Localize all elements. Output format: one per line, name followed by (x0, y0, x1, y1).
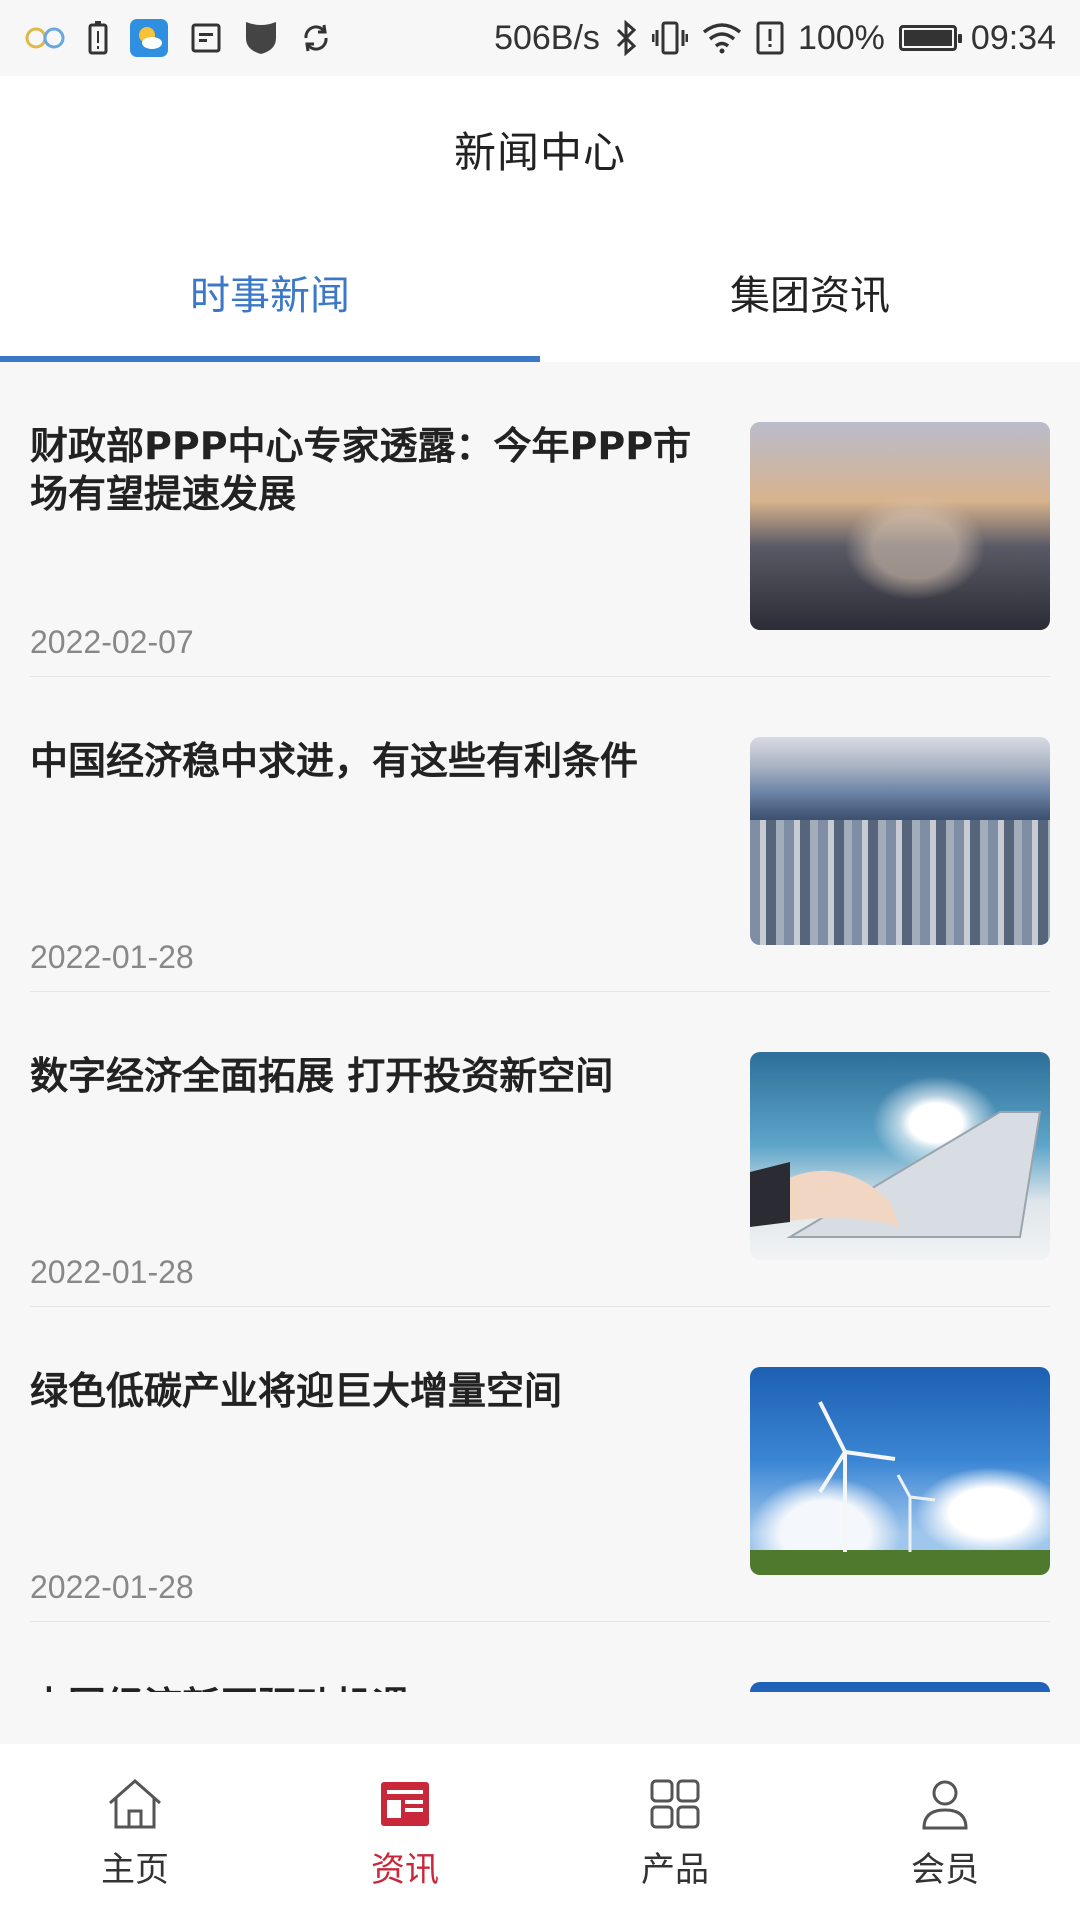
vibrate-icon (651, 20, 688, 56)
tab-group-news[interactable]: 集团资讯 (540, 222, 1080, 362)
infinity-icon (24, 23, 66, 53)
battery-icon (898, 25, 962, 51)
nav-home-label: 主页 (101, 1850, 169, 1890)
news-item[interactable]: 财政部PPP中心专家透露：今年PPP市场有望提速发展 2022-02-07 (0, 362, 1080, 677)
app-header: 新闻中心 (0, 76, 1080, 222)
shield-icon (244, 20, 278, 56)
nav-member[interactable]: 会员 (810, 1744, 1080, 1920)
nav-member-label: 会员 (911, 1850, 979, 1890)
news-item[interactable]: 中国经济新区驱动机遇 (0, 1622, 1080, 1692)
nav-products[interactable]: 产品 (540, 1744, 810, 1920)
digital-laptop-image (750, 1052, 1050, 1260)
news-date: 2022-01-28 (30, 939, 194, 975)
news-item[interactable]: 绿色低碳产业将迎巨大增量空间 2022-01-28 (0, 1307, 1080, 1622)
news-icon (375, 1774, 435, 1834)
news-title: 数字经济全面拓展 打开投资新空间 (30, 1054, 614, 1098)
image-icon (190, 22, 222, 54)
news-title: 绿色低碳产业将迎巨大增量空间 (30, 1369, 563, 1413)
city-skyline-image (750, 737, 1050, 945)
clock: 09:34 (970, 18, 1056, 57)
news-item[interactable]: 中国经济稳中求进，有这些有利条件 2022-01-28 (0, 677, 1080, 992)
battery-percent: 100% (797, 18, 885, 57)
nav-news[interactable]: 资讯 (270, 1744, 540, 1920)
handshake-city-image (750, 422, 1050, 630)
alert-icon (756, 21, 784, 55)
tab-bar: 时事新闻 集团资讯 (0, 222, 1080, 362)
news-title: 中国经济稳中求进，有这些有利条件 (30, 739, 639, 783)
news-list[interactable]: 财政部PPP中心专家透露：今年PPP市场有望提速发展 2022-02-07 中国… (0, 362, 1080, 1692)
news-date: 2022-01-28 (30, 1254, 194, 1290)
news-date: 2022-01-28 (30, 1569, 194, 1605)
user-icon (915, 1774, 975, 1834)
grid-icon (645, 1774, 705, 1834)
news-date: 2022-02-07 (30, 624, 194, 660)
status-left-icons (24, 19, 332, 57)
nav-news-label: 资讯 (371, 1850, 439, 1890)
home-icon (105, 1774, 165, 1834)
bottom-navigation: 主页 资讯 产品 会员 (0, 1744, 1080, 1920)
weather-app-icon (130, 19, 168, 57)
news-title: 财政部PPP中心专家透露：今年PPP市场有望提速发展 (30, 424, 692, 516)
status-right-group: 506B/s 100% 09:34 (494, 19, 1056, 58)
net-speed: 506B/s (494, 18, 600, 57)
nav-home[interactable]: 主页 (0, 1744, 270, 1920)
news-item[interactable]: 数字经济全面拓展 打开投资新空间 2022-01-28 (0, 992, 1080, 1307)
tab-current-news[interactable]: 时事新闻 (0, 222, 540, 362)
blue-tech-image (750, 1682, 1050, 1692)
page-title: 新闻中心 (453, 127, 626, 177)
bluetooth-icon (614, 20, 638, 56)
battery-alert-icon (88, 21, 108, 55)
sync-icon (300, 22, 332, 54)
status-bar: 506B/s 100% 09:34 (0, 0, 1080, 76)
news-title: 中国经济新区驱动机遇 (30, 1682, 710, 1692)
nav-products-label: 产品 (641, 1850, 709, 1890)
wind-turbine-image (750, 1367, 1050, 1575)
wifi-icon (702, 22, 742, 54)
